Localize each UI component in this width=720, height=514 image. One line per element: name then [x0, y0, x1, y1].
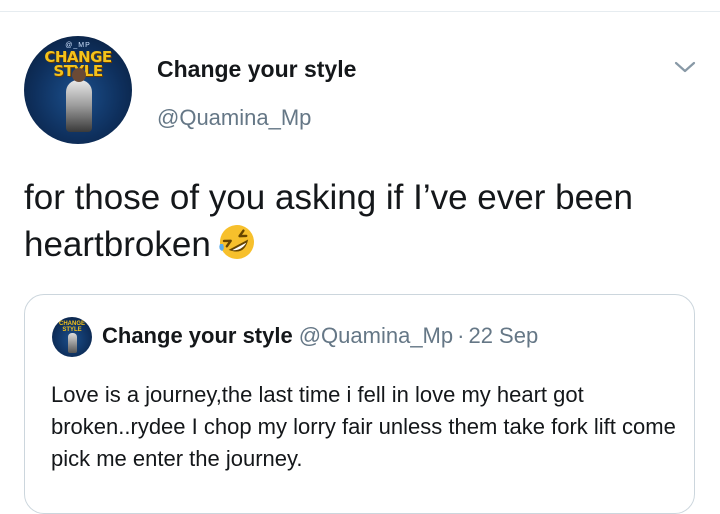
- quoted-author-avatar: CHANGE STYLE: [52, 317, 92, 357]
- author-avatar[interactable]: @_MP CHANGE STYLE: [24, 36, 132, 144]
- avatar-figure: [66, 68, 92, 132]
- rolling-laughing-emoji-icon: [219, 225, 254, 259]
- quoted-separator: ·: [457, 323, 465, 348]
- chevron-down-icon[interactable]: [672, 57, 698, 77]
- quoted-tweet-header: Change your style @Quamina_Mp · 22 Sep: [102, 323, 538, 349]
- top-divider: [0, 11, 720, 12]
- quoted-avatar-figure: [68, 333, 77, 353]
- quoted-tweet-card[interactable]: CHANGE STYLE Change your style @Quamina_M…: [24, 294, 695, 514]
- quoted-display-name: Change your style: [102, 323, 293, 348]
- quoted-avatar-brand-text: CHANGE STYLE: [58, 321, 85, 333]
- quoted-handle: @Quamina_Mp: [298, 323, 454, 348]
- author-handle[interactable]: @Quamina_Mp: [157, 105, 311, 131]
- tweet-body: for those of you asking if I’ve ever bee…: [24, 174, 704, 268]
- author-display-name[interactable]: Change your style: [157, 56, 356, 83]
- tweet-text: for those of you asking if I’ve ever bee…: [24, 178, 633, 264]
- quoted-tweet-text: Love is a journey,the last time i fell i…: [51, 382, 676, 471]
- quoted-date: 22 Sep: [468, 323, 539, 348]
